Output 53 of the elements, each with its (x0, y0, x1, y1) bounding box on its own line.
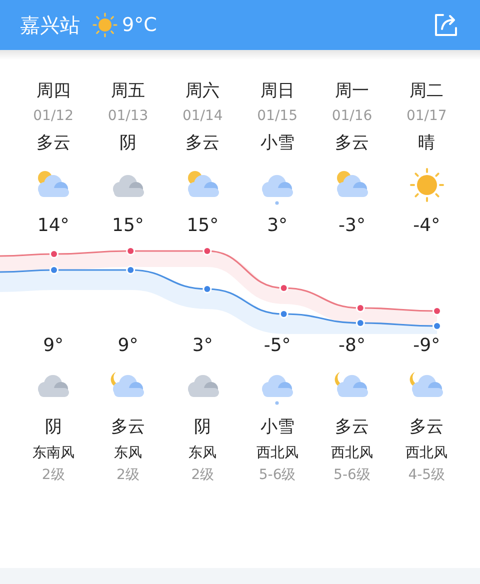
low-temperature: 3° (192, 334, 213, 358)
weekday: 周一 (334, 80, 369, 102)
day-condition: 多云 (186, 132, 220, 154)
night-condition: 小雪 (260, 416, 294, 438)
high-temperature: 15° (112, 214, 144, 238)
current-temperature: 9°C (122, 12, 157, 38)
weekday: 周六 (186, 80, 220, 102)
weekday: 周五 (110, 80, 145, 102)
date: 01/15 (257, 107, 298, 126)
station-name: 嘉兴站 (20, 12, 80, 39)
day-condition: 小雪 (260, 132, 294, 154)
night-condition: 阴 (44, 416, 62, 438)
night-condition: 多云 (110, 416, 145, 438)
share-button[interactable] (432, 11, 460, 39)
low-temperature: -8° (338, 334, 366, 358)
date: 01/14 (182, 107, 223, 126)
high-temperature: 3° (267, 214, 288, 238)
weekday: 周四 (36, 80, 70, 102)
high-temperature: 15° (186, 214, 219, 238)
high-temperature: -3° (338, 214, 366, 238)
wind-level: 2级 (191, 466, 214, 485)
wind-direction: 西北风 (256, 444, 298, 463)
weekday: 周二 (410, 80, 444, 102)
night-condition: 阴 (194, 416, 212, 438)
low-temperature: 9° (43, 334, 64, 358)
date: 01/16 (332, 107, 372, 126)
wind-direction: 东风 (188, 444, 217, 463)
wind-level: 5-6级 (334, 466, 370, 485)
high-temperature: 14° (37, 214, 70, 238)
date: 01/17 (406, 107, 447, 126)
wind-direction: 东风 (114, 444, 142, 463)
day-condition: 多云 (36, 132, 70, 154)
low-temperature: 9° (118, 334, 138, 358)
wind-level: 2级 (42, 466, 65, 485)
night-condition: 多云 (334, 416, 369, 438)
date: 01/13 (108, 107, 148, 126)
low-temperature: -5° (264, 334, 291, 358)
low-temperature: -9° (413, 334, 440, 358)
wind-level: 5-6级 (258, 466, 296, 485)
wind-level: 2级 (116, 466, 140, 485)
wind-direction: 东南风 (32, 444, 74, 463)
date: 01/12 (33, 107, 74, 126)
night-condition: 多云 (410, 416, 444, 438)
day-condition: 多云 (334, 132, 369, 154)
high-temperature: -4° (413, 214, 440, 238)
share-icon (433, 12, 459, 38)
day-condition: 阴 (119, 132, 136, 154)
sun-icon (92, 12, 118, 38)
wind-direction: 西北风 (330, 444, 373, 463)
day-condition: 晴 (418, 132, 436, 154)
wind-direction: 西北风 (406, 444, 448, 463)
wind-level: 4-5级 (408, 466, 446, 485)
weekday: 周日 (260, 80, 294, 102)
